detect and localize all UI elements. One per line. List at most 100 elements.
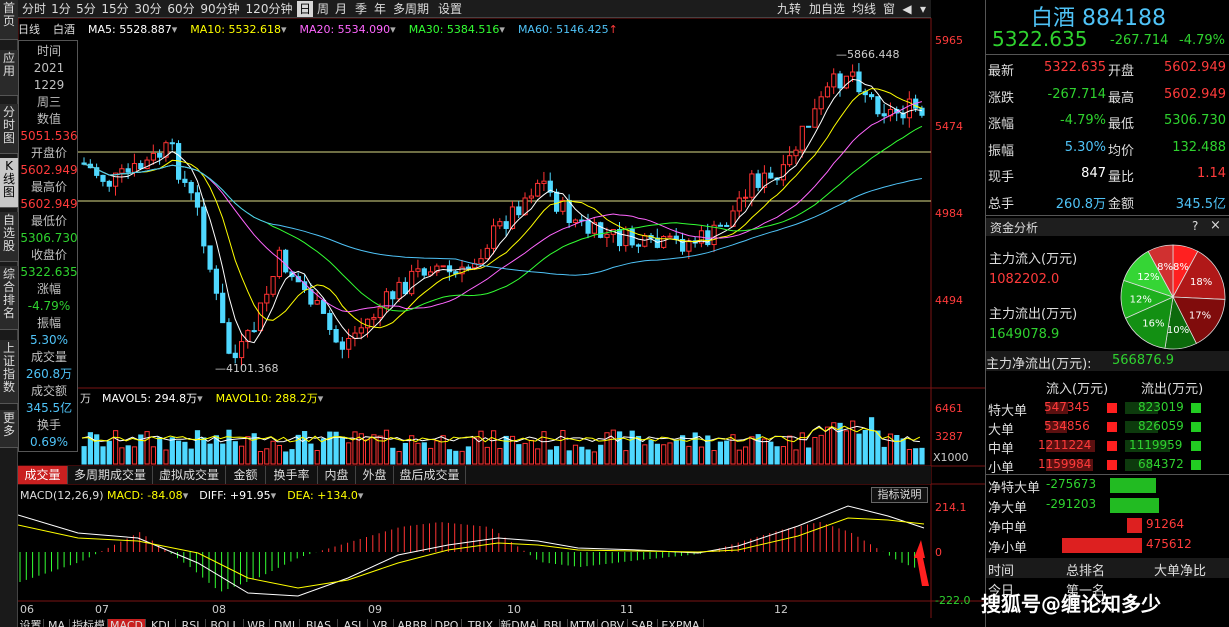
exit-icon[interactable]: ◀ — [899, 1, 915, 17]
quote-row: 涨幅 -4.79% 最低 5306.730 — [986, 111, 1229, 135]
nav-more[interactable]: 更多 — [0, 410, 18, 448]
index-tab[interactable]: MTM — [568, 619, 598, 627]
net-bar — [1127, 518, 1142, 533]
info-low: 5306.730 — [20, 231, 78, 245]
period-30min[interactable]: 30分 — [133, 1, 163, 17]
add-watchlist-button[interactable]: 加自选 — [807, 1, 847, 17]
left-nav: 首页 应用 分时图 K线图 自选股 综合排名 上证指数 更多 — [0, 0, 18, 627]
tab-volume[interactable]: 成交量 — [18, 466, 68, 484]
tab-virtual-volume[interactable]: 虚拟成交量 — [153, 466, 226, 484]
nav-apps[interactable]: 应用 — [0, 50, 18, 96]
quote-label: 量比 — [1108, 170, 1135, 185]
candle-body — [711, 224, 717, 246]
sub-indicator-tabs: 成交量 多周期成交量 虚拟成交量 金额 换手率 内盘 外盘 盘后成交量 — [18, 466, 931, 484]
index-tab[interactable]: MACD — [108, 619, 146, 627]
index-tab[interactable]: RSI — [176, 619, 206, 627]
index-tab[interactable]: 新DMA — [500, 619, 538, 627]
index-tab[interactable]: TRIX — [462, 619, 500, 627]
period-day[interactable]: 日 — [297, 1, 313, 17]
volume-bar — [434, 440, 440, 465]
low-annotation: —4101.368 — [215, 362, 279, 375]
index-tab[interactable]: VR — [368, 619, 394, 627]
period-month[interactable]: 月 — [333, 1, 349, 17]
tab-multi-volume[interactable]: 多周期成交量 — [68, 466, 153, 484]
period-multi[interactable]: 多周期 — [390, 1, 432, 17]
index-tab[interactable]: DMI — [270, 619, 300, 627]
crosshair-info-box: 时间 2021 1229 周三 数值 5051.536 开盘价 5602.949… — [18, 40, 78, 452]
mavol10-label[interactable]: MAVOL10: 288.2万 — [216, 392, 318, 405]
net-bar — [1110, 478, 1156, 493]
window-button[interactable]: 窗 — [881, 1, 897, 17]
tab-outer[interactable]: 外盘 — [356, 466, 394, 484]
settings-button[interactable]: 设置 — [435, 1, 465, 17]
help-icon[interactable]: ? — [1192, 219, 1198, 233]
tab-after-hours[interactable]: 盘后成交量 — [394, 466, 466, 484]
ma5-label[interactable]: MA5: 5528.887 — [88, 23, 172, 36]
tab-inner[interactable]: 内盘 — [318, 466, 356, 484]
index-tab[interactable]: EXPMA — [658, 619, 704, 627]
inflow-marker — [1107, 441, 1117, 451]
period-5min[interactable]: 5分 — [75, 1, 97, 17]
tab-amount[interactable]: 金额 — [226, 466, 266, 484]
tab-turnover[interactable]: 换手率 — [266, 466, 318, 484]
index-tab[interactable]: ASI — [338, 619, 368, 627]
period-90min[interactable]: 90分钟 — [199, 1, 241, 17]
outflow-marker — [1191, 460, 1201, 470]
info-weekday: 周三 — [36, 95, 61, 109]
macd-params[interactable]: MACD(12,26,9) — [20, 489, 104, 502]
indicator-help-button[interactable]: 指标说明 — [871, 487, 928, 503]
kline-chart[interactable] — [18, 18, 985, 627]
candle-body — [377, 307, 383, 319]
index-tab[interactable]: ARBR — [394, 619, 432, 627]
quote-value: -267.714 — [1047, 86, 1106, 102]
candle-body — [516, 206, 522, 216]
volume-bar — [818, 434, 824, 465]
period-1min[interactable]: 1分 — [50, 1, 72, 17]
close-icon[interactable]: × — [1210, 218, 1221, 233]
dropdown-icon[interactable]: ▾ — [917, 1, 929, 17]
stock-change: -267.714 — [1110, 33, 1169, 48]
index-tab[interactable]: BOLL — [206, 619, 244, 627]
index-tab[interactable]: OBV — [598, 619, 628, 627]
volume-bar — [276, 444, 282, 465]
nav-ranking[interactable]: 综合排名 — [0, 266, 18, 330]
index-tab[interactable]: BBI — [538, 619, 568, 627]
main-outflow-label: 主力流出(万元) — [989, 307, 1078, 322]
ma60-label[interactable]: MA60: 5146.425 — [518, 23, 609, 36]
period-60min[interactable]: 60分 — [166, 1, 196, 17]
candle-body — [346, 337, 352, 350]
period-timeshare[interactable]: 分时 — [20, 1, 48, 17]
period-week[interactable]: 周 — [315, 1, 331, 17]
nav-kline[interactable]: K线图 — [0, 158, 18, 208]
candle-body — [572, 219, 579, 224]
volume-bar — [484, 446, 490, 465]
nav-shanghai-index[interactable]: 上证指数 — [0, 340, 18, 404]
flow-row: 中单 1211224 1119959 — [986, 437, 1229, 457]
nine-turn-button[interactable]: 九转 — [775, 1, 803, 17]
pie-label: 12% — [1130, 295, 1152, 306]
index-tab[interactable]: KDJ — [146, 619, 176, 627]
period-15min[interactable]: 15分 — [100, 1, 130, 17]
nav-timeshare[interactable]: 分时图 — [0, 104, 18, 154]
mavol5-label[interactable]: MAVOL5: 294.8万 — [102, 392, 197, 405]
index-tab[interactable]: SAR — [628, 619, 658, 627]
ma20-label[interactable]: MA20: 5534.090 — [299, 23, 390, 36]
quote-row: 现手 847 量比 1.14 — [986, 164, 1229, 188]
index-tab[interactable]: BIAS — [300, 619, 338, 627]
nav-watchlist[interactable]: 自选股 — [0, 212, 18, 262]
ma30-label[interactable]: MA30: 5384.516 — [409, 23, 500, 36]
index-tab[interactable]: DPO — [432, 619, 462, 627]
index-tab[interactable]: 指标模板 — [70, 619, 108, 627]
index-tab[interactable]: MA — [44, 619, 70, 627]
ma-lines-button[interactable]: 均线 — [850, 1, 878, 17]
period-year[interactable]: 年 — [372, 1, 388, 17]
info-change: -4.79% — [27, 299, 71, 313]
period-120min[interactable]: 120分钟 — [244, 1, 294, 17]
nav-home[interactable]: 首页 — [0, 0, 18, 40]
net-value: -275673 — [1046, 477, 1097, 491]
index-tab[interactable]: WR — [244, 619, 270, 627]
index-tab[interactable]: 设置 — [18, 619, 44, 627]
ma10-label[interactable]: MA10: 5532.618 — [190, 23, 281, 36]
info-amount-label: 成交额 — [30, 384, 67, 398]
period-quarter[interactable]: 季 — [353, 1, 369, 17]
